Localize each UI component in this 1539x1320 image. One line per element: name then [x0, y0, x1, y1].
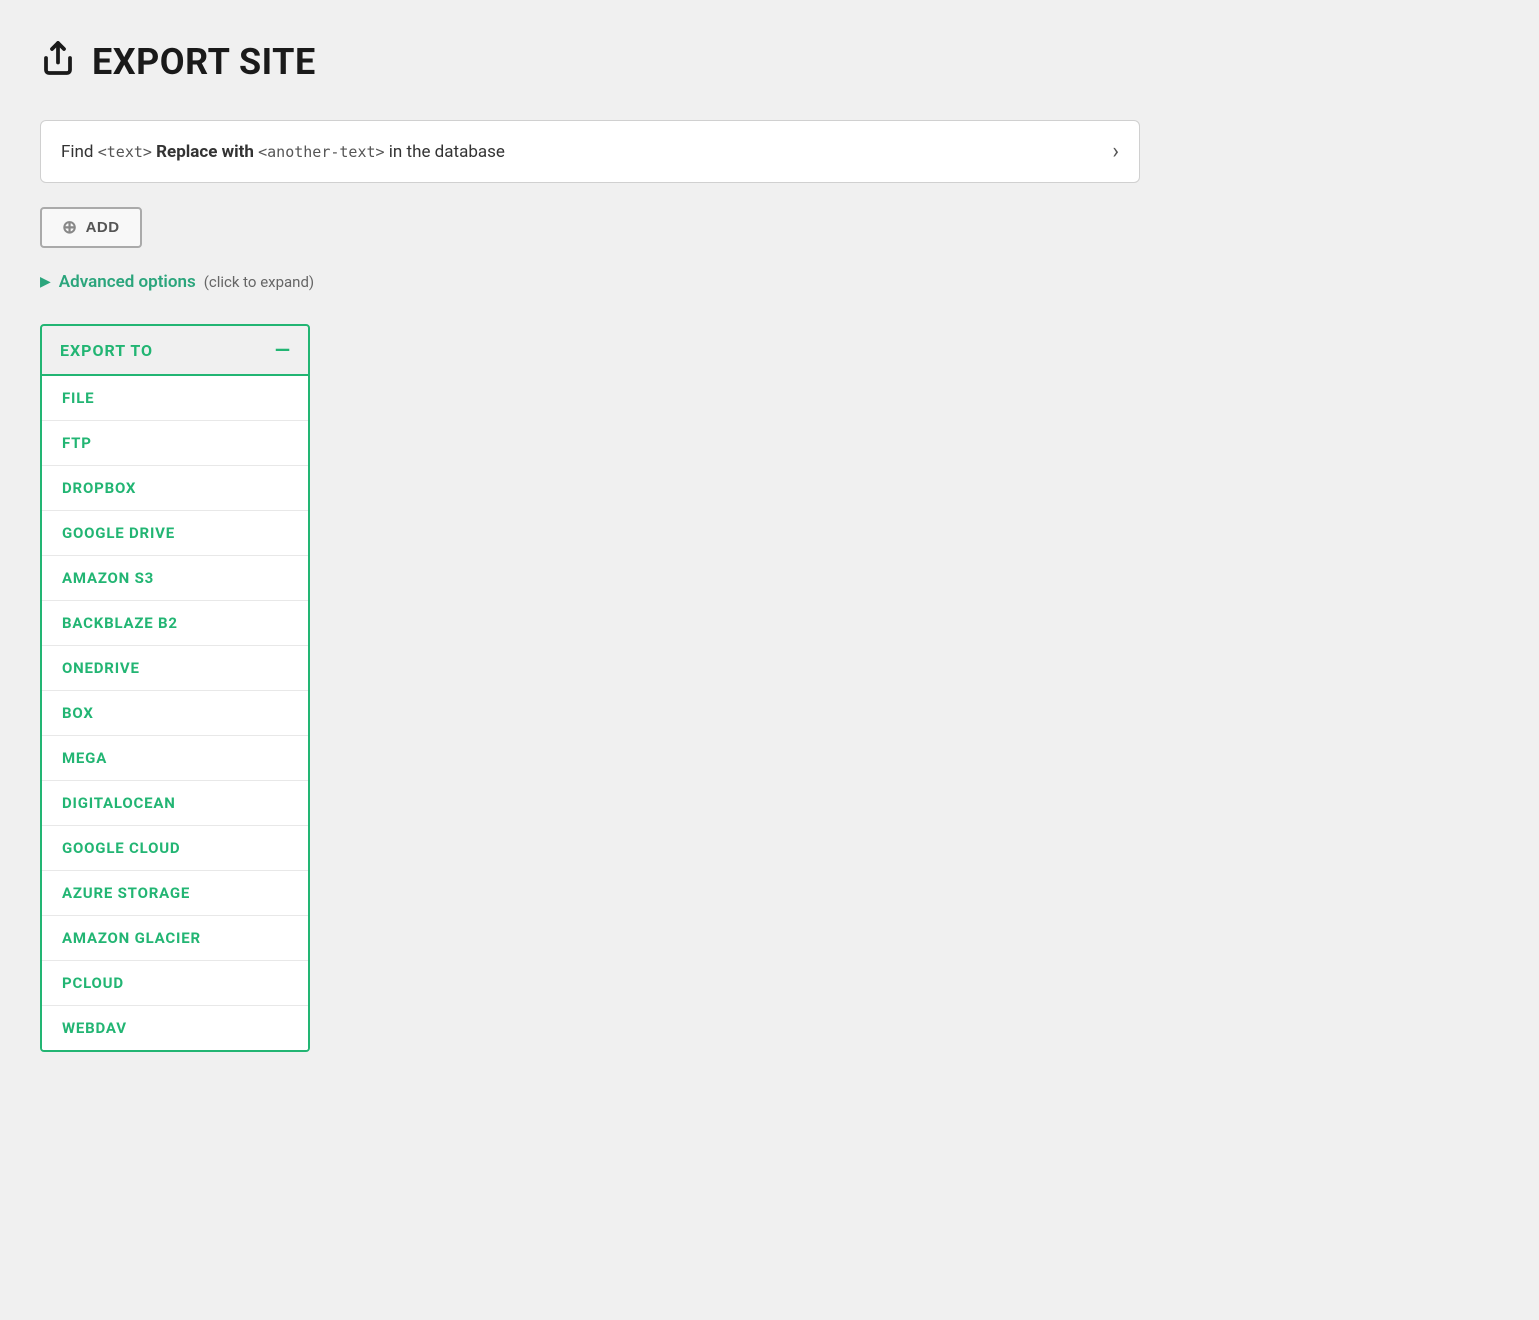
export-to-item[interactable]: FTP	[42, 421, 308, 466]
advanced-options-hint: (click to expand)	[204, 273, 314, 291]
export-to-item[interactable]: BACKBLAZE B2	[42, 601, 308, 646]
page-header: EXPORT SITE	[40, 40, 1160, 84]
export-to-item[interactable]: PCLOUD	[42, 961, 308, 1006]
export-to-item[interactable]: AMAZON GLACIER	[42, 916, 308, 961]
export-to-item[interactable]: FILE	[42, 376, 308, 421]
find-replace-text: Find <text> Replace with <another-text> …	[61, 142, 505, 162]
export-to-item[interactable]: AZURE STORAGE	[42, 871, 308, 916]
export-to-item[interactable]: AMAZON S3	[42, 556, 308, 601]
export-to-header: EXPORT TO —	[42, 326, 308, 376]
export-to-item[interactable]: ONEDRIVE	[42, 646, 308, 691]
export-to-item[interactable]: MEGA	[42, 736, 308, 781]
export-to-item[interactable]: DIGITALOCEAN	[42, 781, 308, 826]
add-button-label: ADD	[86, 219, 120, 236]
export-to-item[interactable]: GOOGLE DRIVE	[42, 511, 308, 556]
export-site-icon	[40, 40, 76, 84]
find-replace-suffix: in the database	[389, 142, 505, 162]
advanced-options-arrow-icon: ▶	[40, 274, 51, 290]
add-plus-icon: ⊕	[62, 217, 78, 238]
export-to-items-list: FILEFTPDROPBOXGOOGLE DRIVEAMAZON S3BACKB…	[42, 376, 308, 1050]
export-to-item[interactable]: DROPBOX	[42, 466, 308, 511]
export-to-title: EXPORT TO	[60, 341, 153, 360]
add-button[interactable]: ⊕ ADD	[40, 207, 142, 248]
find-replace-bar[interactable]: Find <text> Replace with <another-text> …	[40, 120, 1140, 183]
export-to-item[interactable]: WEBDAV	[42, 1006, 308, 1050]
find-code2: <another-text>	[258, 143, 384, 161]
export-to-item[interactable]: GOOGLE CLOUD	[42, 826, 308, 871]
export-to-panel: EXPORT TO — FILEFTPDROPBOXGOOGLE DRIVEAM…	[40, 324, 310, 1052]
advanced-options-row[interactable]: ▶ Advanced options (click to expand)	[40, 272, 1160, 292]
export-to-item[interactable]: BOX	[42, 691, 308, 736]
find-replace-bold: Replace with	[156, 142, 258, 162]
export-to-collapse-button[interactable]: —	[275, 340, 290, 360]
advanced-options-label: Advanced options	[59, 272, 196, 292]
find-replace-chevron[interactable]: ›	[1112, 139, 1119, 164]
find-code1: <text>	[98, 143, 152, 161]
page-title: EXPORT SITE	[92, 41, 316, 83]
